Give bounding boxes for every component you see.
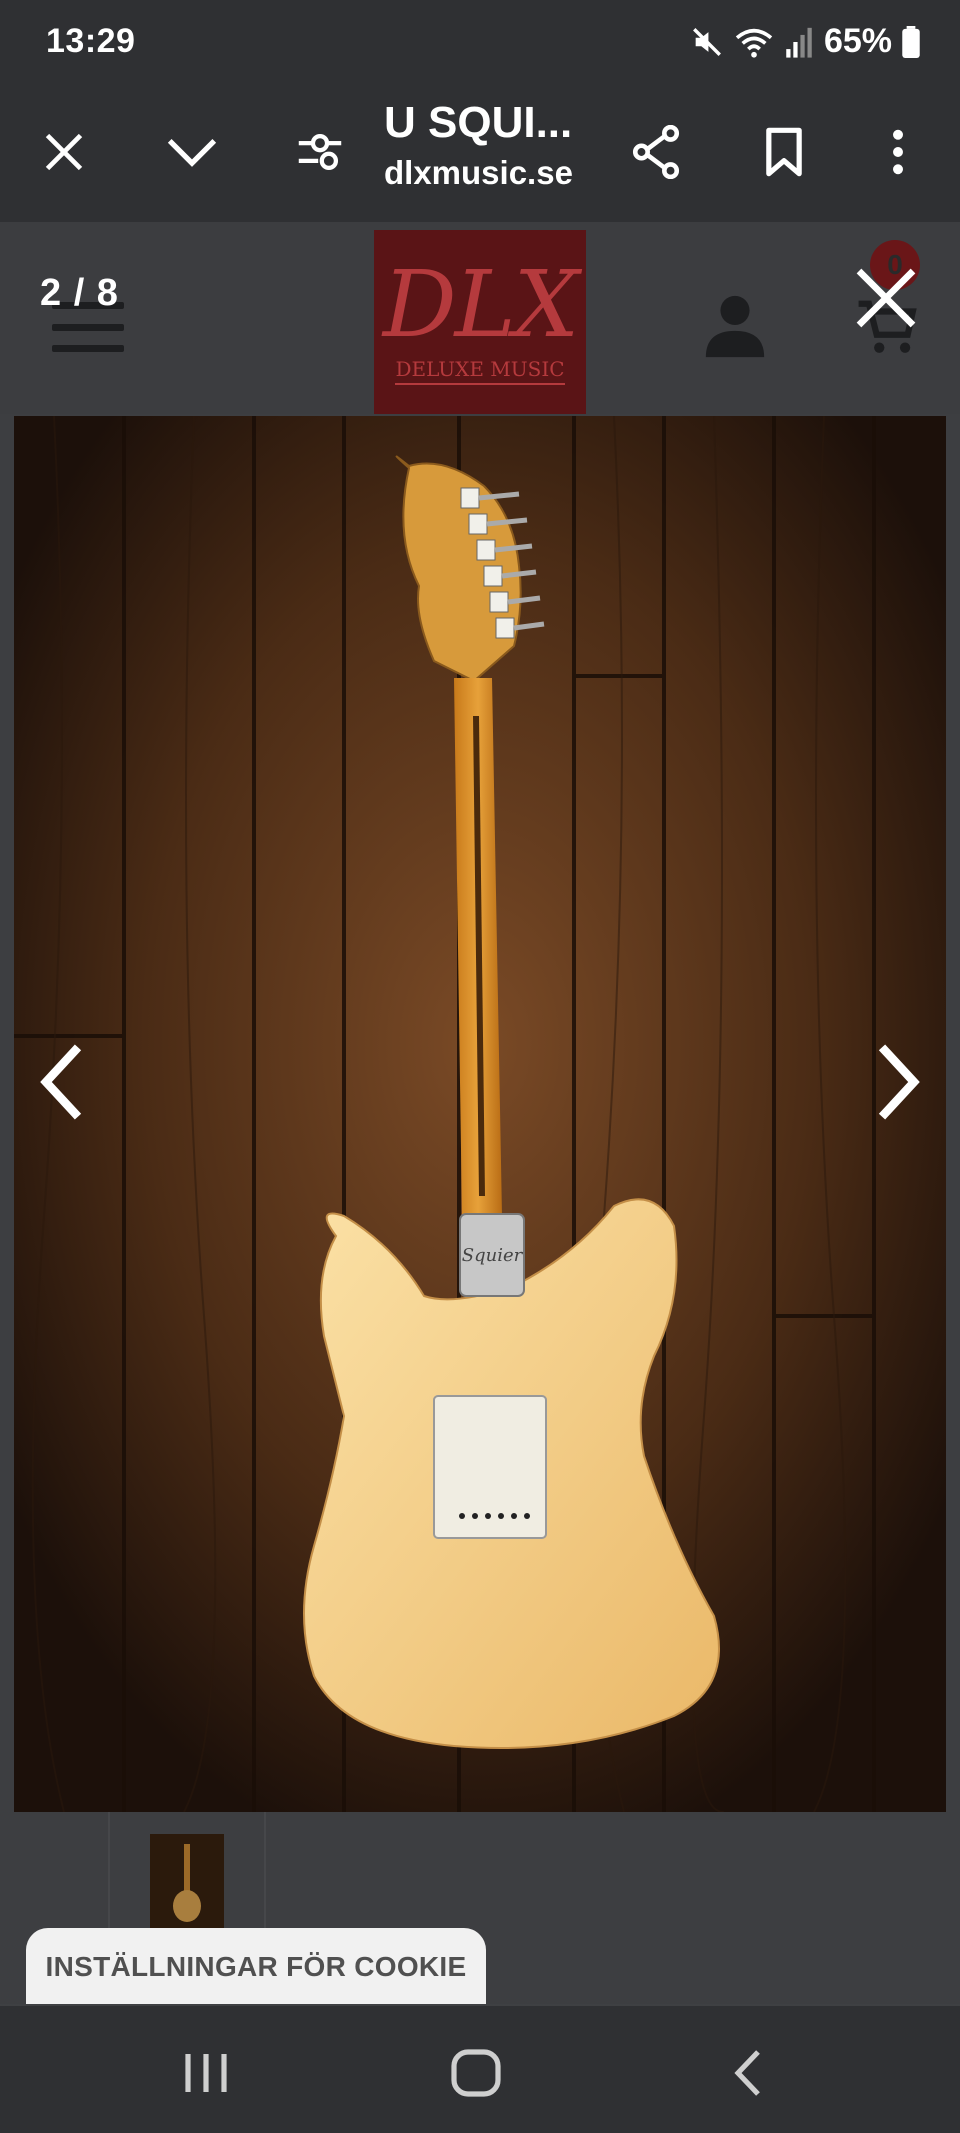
status-icons: 65% [690, 22, 920, 61]
guitar-photo: Squier [14, 416, 946, 1812]
back-icon[interactable] [718, 2046, 778, 2100]
close-icon[interactable] [850, 262, 922, 334]
chevron-left-icon[interactable] [30, 1042, 94, 1122]
share-icon [632, 125, 680, 179]
system-nav-bar [0, 2004, 960, 2133]
share-button[interactable] [616, 112, 696, 192]
cookie-settings-button[interactable]: INSTÄLLNINGAR FÖR COOKIE [26, 1928, 486, 2006]
mute-icon [692, 27, 721, 56]
more-vert-icon [893, 129, 903, 175]
status-bar: 13:29 65% [0, 0, 960, 88]
user-icon[interactable] [700, 292, 770, 358]
logo-subtext: DELUXE MUSIC [395, 357, 565, 385]
more-button[interactable] [858, 112, 938, 192]
site-header: DLX DELUXE MUSIC 0 [0, 222, 960, 414]
recent-apps-icon[interactable] [176, 2046, 236, 2100]
home-icon[interactable] [446, 2046, 506, 2100]
bookmark-button[interactable] [744, 112, 824, 192]
battery-icon [902, 25, 920, 58]
page-title: U SQUI... [384, 98, 573, 147]
chevron-right-icon[interactable] [866, 1042, 930, 1122]
collapse-button[interactable] [152, 112, 232, 192]
product-image: Squier [14, 416, 946, 1812]
site-settings-button[interactable] [280, 112, 360, 192]
svg-text:Squier: Squier [462, 1245, 524, 1266]
chevron-down-icon [167, 139, 217, 167]
web-page: DLX DELUXE MUSIC 0 2 / 8 Squier [0, 222, 960, 2004]
image-counter: 2 / 8 [40, 272, 119, 314]
battery-percent: 65% [823, 22, 892, 60]
browser-toolbar: U SQUI... dlxmusic.se [0, 88, 960, 222]
site-logo[interactable]: DLX DELUXE MUSIC [374, 230, 586, 414]
close-tab-button[interactable] [24, 112, 104, 192]
tune-icon [298, 133, 342, 171]
status-time: 13:29 [46, 22, 136, 60]
page-domain: dlxmusic.se [384, 154, 573, 191]
url-block[interactable]: U SQUI... dlxmusic.se [384, 98, 604, 192]
bookmark-icon [766, 127, 802, 177]
thumbnail[interactable] [150, 1834, 224, 1930]
logo-text: DLX [382, 251, 579, 358]
signal-icon [786, 27, 812, 58]
wifi-icon [735, 28, 773, 58]
close-icon [45, 133, 83, 171]
